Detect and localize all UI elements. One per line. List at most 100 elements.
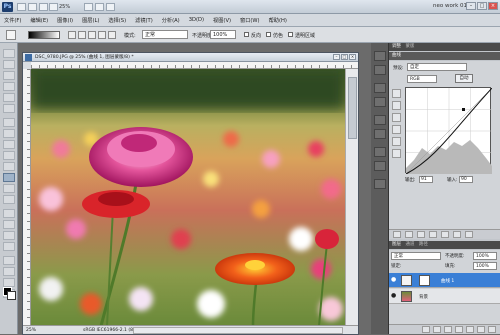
- menu-edit[interactable]: 编辑(E): [30, 17, 48, 24]
- background-color-swatch[interactable]: [7, 291, 16, 300]
- menu-image[interactable]: 图像(I): [57, 17, 73, 24]
- add-mask-icon[interactable]: [444, 326, 452, 333]
- menu-analysis[interactable]: 分析(A): [162, 17, 180, 24]
- clone-source-panel-icon[interactable]: [374, 97, 386, 107]
- linear-gradient-button[interactable]: [68, 31, 76, 39]
- tab-layers[interactable]: 图层: [392, 242, 401, 247]
- new-layer-icon[interactable]: [477, 326, 485, 333]
- on-image-adjust-icon[interactable]: [392, 89, 401, 98]
- clip-to-layer-icon[interactable]: [417, 231, 425, 238]
- white-point-eyedropper-icon[interactable]: [392, 125, 401, 134]
- return-to-list-icon[interactable]: [393, 231, 401, 238]
- eyedropper-tool-icon[interactable]: [3, 104, 15, 113]
- menu-help[interactable]: 帮助(H): [269, 17, 287, 24]
- menu-select[interactable]: 选择(S): [108, 17, 126, 24]
- gradient-picker[interactable]: [28, 31, 60, 39]
- curves-graph[interactable]: [405, 87, 493, 175]
- character-panel-icon[interactable]: [374, 115, 386, 125]
- opacity-field[interactable]: 100%: [210, 30, 236, 39]
- layer-row-background[interactable]: ● 背景: [389, 289, 500, 304]
- delete-layer-icon[interactable]: [488, 326, 496, 333]
- clone-stamp-tool-icon[interactable]: [3, 140, 15, 149]
- crop-tool-icon[interactable]: [3, 93, 15, 102]
- link-layers-icon[interactable]: [422, 326, 430, 333]
- navigator-panel-icon[interactable]: [374, 147, 386, 157]
- info-panel-icon[interactable]: [374, 179, 386, 189]
- type-tool-icon[interactable]: [3, 220, 15, 229]
- 3d-rotate-tool-icon[interactable]: [3, 256, 15, 265]
- dither-checkbox[interactable]: [266, 32, 271, 37]
- rotate-view-icon[interactable]: [84, 3, 93, 11]
- blend-mode-select[interactable]: 正常: [391, 252, 441, 260]
- document-title-bar[interactable]: DSC_9780.JPG @ 25% (曲线 1, 图层蒙版/8) * – □ …: [23, 53, 358, 62]
- actions-panel-icon[interactable]: [374, 65, 386, 75]
- pen-tool-icon[interactable]: [3, 209, 15, 218]
- tab-channels[interactable]: 通道: [405, 242, 414, 247]
- reset-icon[interactable]: [453, 231, 461, 238]
- paragraph-panel-icon[interactable]: [374, 129, 386, 139]
- zoom-level-dropdown[interactable]: 25%: [59, 3, 79, 11]
- view-previous-icon[interactable]: [441, 231, 449, 238]
- black-point-eyedropper-icon[interactable]: [392, 101, 401, 110]
- diamond-gradient-button[interactable]: [108, 31, 116, 39]
- layer-style-icon[interactable]: [433, 326, 441, 333]
- gray-point-eyedropper-icon[interactable]: [392, 113, 401, 122]
- preset-select[interactable]: 自定: [407, 63, 467, 71]
- channel-select[interactable]: RGB: [407, 75, 437, 83]
- brush-tool-icon[interactable]: [3, 129, 15, 138]
- input-field[interactable]: 90: [459, 176, 473, 183]
- radial-gradient-button[interactable]: [78, 31, 86, 39]
- blur-tool-icon[interactable]: [3, 184, 15, 193]
- histogram-panel-icon[interactable]: [374, 161, 386, 171]
- arrange-documents-icon[interactable]: [95, 3, 104, 11]
- dodge-tool-icon[interactable]: [3, 195, 15, 204]
- quick-select-tool-icon[interactable]: [3, 82, 15, 91]
- tab-masks[interactable]: 蒙版: [405, 44, 414, 49]
- maximize-button[interactable]: □: [477, 2, 487, 10]
- transparency-checkbox[interactable]: [288, 32, 293, 37]
- screen-mode-icon[interactable]: [106, 3, 115, 11]
- layer-opacity-field[interactable]: 100%: [473, 252, 497, 260]
- visibility-eye-icon[interactable]: ●: [391, 277, 397, 283]
- layer-row-curves[interactable]: ● 曲线 1: [389, 273, 500, 288]
- output-field[interactable]: 91: [419, 176, 433, 183]
- brushes-panel-icon[interactable]: [374, 83, 386, 93]
- status-zoom[interactable]: 25%: [26, 328, 36, 333]
- canvas-image[interactable]: [31, 69, 345, 326]
- bridge-icon[interactable]: [17, 3, 26, 11]
- delete-adjustment-icon[interactable]: [465, 231, 473, 238]
- pencil-curve-icon[interactable]: [392, 149, 401, 158]
- gradient-tool-icon[interactable]: [3, 173, 15, 182]
- history-brush-tool-icon[interactable]: [3, 151, 15, 160]
- curve-point-icon[interactable]: [392, 137, 401, 146]
- history-panel-icon[interactable]: [374, 51, 386, 61]
- tool-preset-icon[interactable]: [6, 30, 16, 40]
- menu-layer[interactable]: 图层(L): [82, 17, 99, 24]
- menu-file[interactable]: 文件(F): [4, 17, 21, 24]
- minimize-button[interactable]: –: [466, 2, 476, 10]
- zoom-tool-icon[interactable]: [49, 3, 58, 11]
- hand-tool-icon[interactable]: [3, 278, 15, 287]
- new-adjustment-icon[interactable]: [455, 326, 463, 333]
- toggle-visibility-icon[interactable]: [429, 231, 437, 238]
- menu-view[interactable]: 视图(V): [213, 17, 231, 24]
- vertical-scrollbar[interactable]: [345, 69, 358, 326]
- mode-select[interactable]: 正常: [142, 30, 188, 39]
- visibility-eye-icon[interactable]: ●: [391, 293, 397, 299]
- menu-3d[interactable]: 3D(D): [189, 17, 204, 23]
- eraser-tool-icon[interactable]: [3, 162, 15, 171]
- healing-brush-tool-icon[interactable]: [3, 118, 15, 127]
- move-tool-icon[interactable]: [3, 49, 15, 58]
- layer-mask-thumbnail[interactable]: [419, 275, 430, 286]
- path-selection-tool-icon[interactable]: [3, 231, 15, 240]
- new-group-icon[interactable]: [466, 326, 474, 333]
- tab-curves[interactable]: 曲线: [392, 53, 401, 58]
- tab-paths[interactable]: 路径: [419, 242, 428, 247]
- auto-button[interactable]: 自动: [455, 74, 473, 83]
- expanded-view-icon[interactable]: [405, 231, 413, 238]
- mini-bridge-icon[interactable]: [28, 3, 37, 11]
- tab-adjustments[interactable]: 调整: [392, 44, 401, 49]
- document-close-button[interactable]: ×: [349, 54, 356, 60]
- reverse-checkbox[interactable]: [244, 32, 249, 37]
- hand-tool-icon[interactable]: [39, 3, 48, 11]
